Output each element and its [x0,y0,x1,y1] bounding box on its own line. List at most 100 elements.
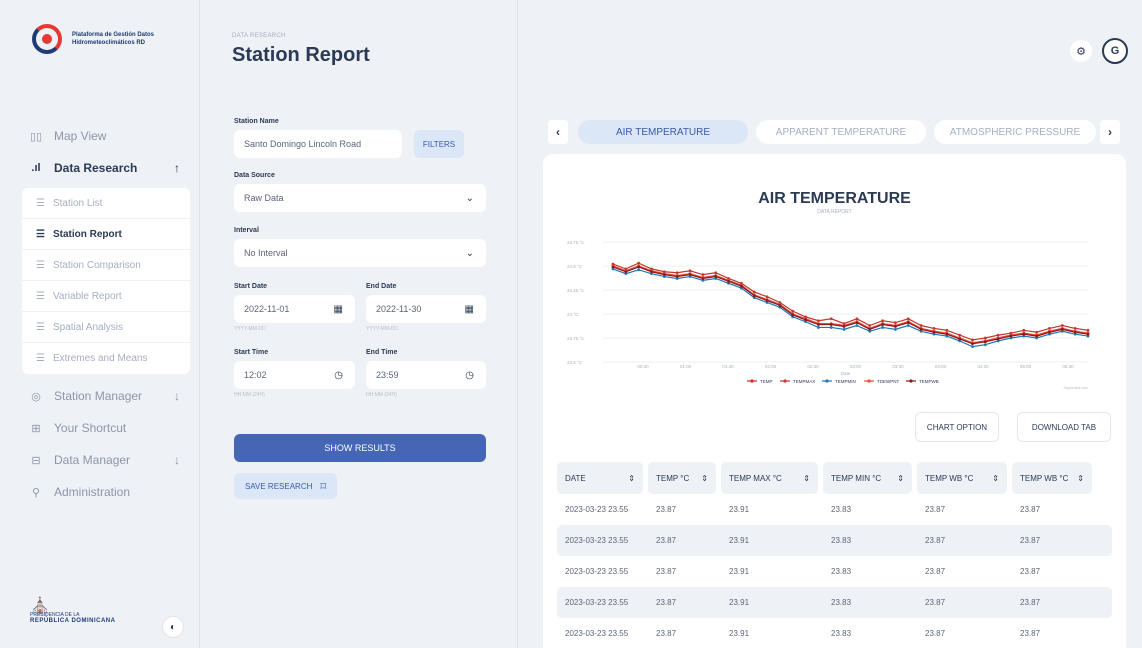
tab-next-button[interactable]: › [1100,120,1120,144]
nav-item-your-shortcut[interactable]: ⊞ Your Shortcut [22,412,190,444]
series-point [983,336,987,340]
list-icon: ☰ [36,321,45,333]
column-header[interactable]: TEMP °C ⇕ [648,462,716,494]
table-cell: 23.87 [656,629,677,638]
nav-item-data-manager[interactable]: ⊟ Data Manager ↓ [22,444,190,476]
table-cell: 23.87 [656,567,677,576]
series-point [906,321,910,325]
legend-marker [783,379,787,383]
end-date-label: End Date [366,283,397,290]
calendar-icon[interactable]: ▦ [334,304,343,315]
station-name-input[interactable]: Santo Domingo Lincoln Road [234,130,402,158]
table-row[interactable]: 2023-03-23 23.55 23.87 23.91 23.83 23.87 23.8… [557,525,1112,556]
table-row[interactable]: 2023-03-23 23.55 23.87 23.91 23.83 23.87 23.8… [557,618,1112,648]
series-point [881,326,884,329]
research-form-panel: DATA RESEARCH Station Report Station Nam… [200,0,518,648]
location-pin-icon: ◎ [31,390,41,403]
column-header[interactable]: TEMP WB °C ⇕ [917,462,1007,494]
series-point [1060,324,1064,327]
y-tick-label: 24.75 °C [567,240,585,245]
subnav-item-station-comparison[interactable]: ☰ Station Comparison [22,250,190,281]
legend-label: TDEWPNT [877,379,899,384]
chevron-down-icon: ⌄ [465,192,474,204]
x-tick-label: 02:30 [807,364,819,369]
table-row[interactable]: 2023-03-23 23.55 23.87 23.91 23.83 23.87 23.8… [557,494,1112,525]
save-research-button[interactable]: SAVE RESEARCH ⌑ [234,473,337,499]
show-results-button[interactable]: SHOW RESULTS [234,434,486,462]
column-header[interactable]: TEMP WB °C ⇕ [1012,462,1092,494]
expand-arrow-icon[interactable]: ↓ [174,453,180,467]
sort-icon[interactable]: ⇕ [992,474,999,483]
table-row[interactable]: 2023-03-23 23.55 23.87 23.91 23.83 23.87 23.8… [557,556,1112,587]
table-cell: 23.87 [1020,567,1041,576]
series-point [881,319,884,323]
variable-tabs: ‹ AIR TEMPERATURE APPARENT TEMPERATURE A… [548,120,1122,144]
app-logo[interactable]: Plataforma de Gestión Datos Hidrometeocl… [32,24,172,54]
series-point [1060,327,1064,331]
start-date-hint: YYYY-MM-DD [234,326,266,332]
series-point [765,299,769,302]
nav-item-data-research[interactable]: .ıl Data Research ↑ [22,152,190,184]
end-date-input[interactable]: 2022-11-30 ▦ [366,295,486,323]
end-time-input[interactable]: 23:59 ◷ [366,361,486,389]
column-header[interactable]: DATE ⇕ [557,462,643,494]
y-tick-label: 24.25 °C [567,288,585,293]
download-tab-button[interactable]: DOWNLOAD TAB [1017,412,1111,442]
legend-marker [909,379,913,383]
series-point [842,327,846,331]
series-point [765,295,769,299]
avatar[interactable]: G [1102,38,1128,64]
nav-item-administration[interactable]: ⚲ Administration [22,476,190,508]
table-cell: 23.83 [831,629,852,638]
end-time-label: End Time [366,349,398,356]
settings-button[interactable]: ⚙ [1070,40,1092,62]
series-point [675,271,679,275]
sort-icon[interactable]: ⇕ [1077,474,1084,483]
series-point [919,324,923,327]
list-icon: ☰ [36,197,45,209]
expand-arrow-icon[interactable]: ↓ [174,389,180,403]
series-point [958,333,962,337]
theme-toggle-button[interactable]: ◐ [162,616,184,638]
table-cell: 23.83 [831,598,852,607]
subnav-label: Station Comparison [52,259,141,271]
column-header[interactable]: TEMP MIN °C ⇕ [823,462,912,494]
calendar-icon[interactable]: ▦ [465,304,474,315]
series-point [894,325,897,328]
tab-apparent-temperature[interactable]: APPARENT TEMPERATURE [756,120,926,144]
nav-item-label: Station Manager [54,389,143,403]
start-date-input[interactable]: 2022-11-01 ▦ [234,295,355,323]
series-point [829,326,833,329]
subnav-item-spatial-analysis[interactable]: ☰ Spatial Analysis [22,312,190,343]
series-point [637,261,641,265]
chart-option-button[interactable]: CHART OPTION [915,412,999,442]
subnav-item-variable-report[interactable]: ☰ Variable Report [22,281,190,312]
subnav-item-station-report[interactable]: ☰ Station Report [22,219,190,250]
nav-item-station-manager[interactable]: ◎ Station Manager ↓ [22,380,190,412]
subnav-item-station-list[interactable]: ☰ Station List [22,188,190,219]
table-row[interactable]: 2023-03-23 23.55 23.87 23.91 23.83 23.87 23.8… [557,587,1112,618]
tab-air-temperature[interactable]: AIR TEMPERATURE [578,120,748,144]
nav-item-map-view[interactable]: ▯▯ Map View [22,120,190,152]
series-point [662,273,666,277]
tab-prev-button[interactable]: ‹ [548,120,568,144]
interval-select[interactable]: No Interval ⌄ [234,239,486,267]
table-cell: 23.87 [925,629,946,638]
clock-icon[interactable]: ◷ [334,370,343,381]
subnav-item-extremes-and-means[interactable]: ☰ Extremes and Means [22,343,190,374]
clock-icon[interactable]: ◷ [465,370,474,381]
sort-icon[interactable]: ⇕ [803,474,810,483]
data-source-select[interactable]: Raw Data ⌄ [234,184,486,212]
series-point [739,284,743,288]
sort-icon[interactable]: ⇕ [897,474,904,483]
sort-icon[interactable]: ⇕ [701,474,708,483]
filters-button[interactable]: FILTERS [414,130,464,158]
collapse-arrow-icon[interactable]: ↑ [174,161,180,175]
sort-icon[interactable]: ⇕ [628,474,635,483]
start-time-input[interactable]: 12:02 ◷ [234,361,355,389]
y-tick-label: 24.5 °C [567,264,583,269]
tab-atmospheric-pressure[interactable]: ATMOSPHERIC PRESSURE [934,120,1096,144]
series-point [1022,332,1026,336]
series-point [1086,332,1090,336]
column-header[interactable]: TEMP MAX °C ⇕ [721,462,818,494]
